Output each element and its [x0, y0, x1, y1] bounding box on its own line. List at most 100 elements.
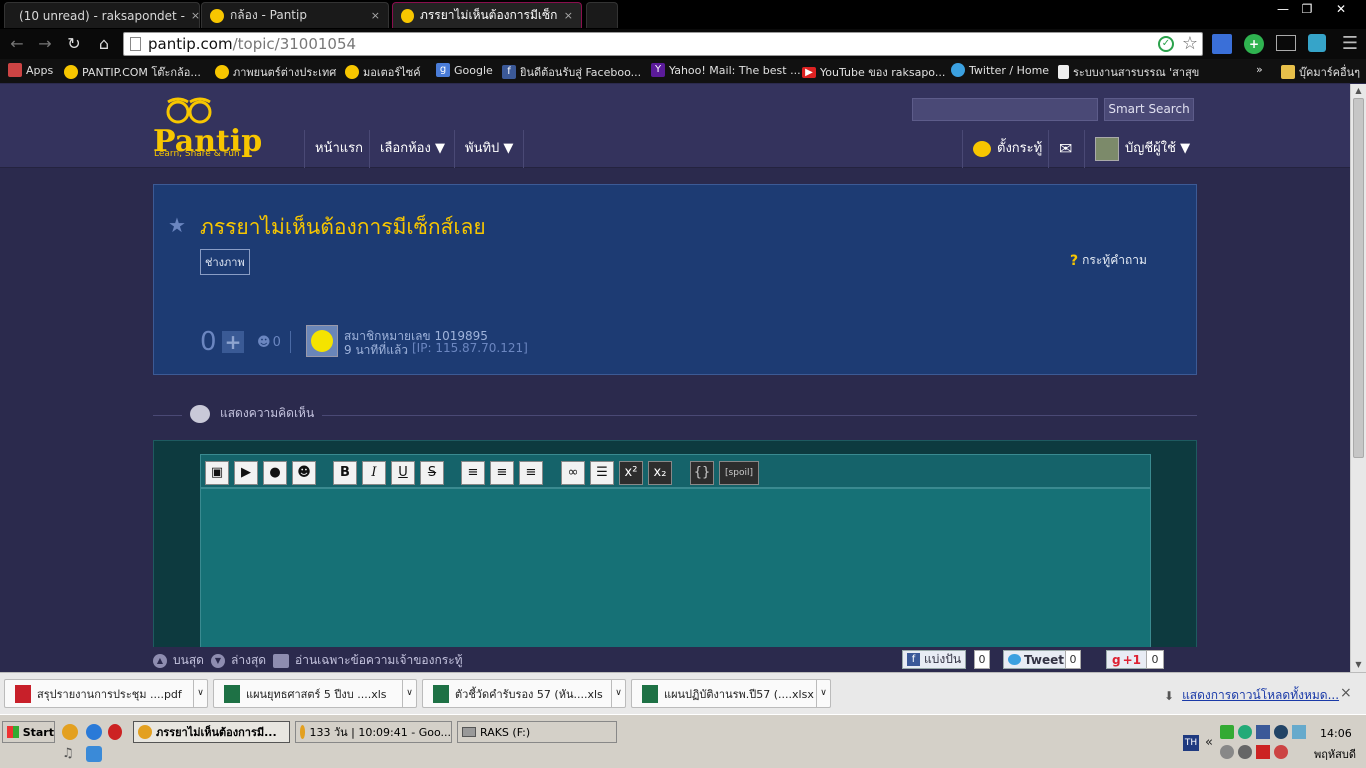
- mail-check-icon[interactable]: [1276, 35, 1296, 51]
- download-item[interactable]: แผนยุทธศาสตร์ 5 ปีงบ ....xls ∨: [213, 679, 417, 708]
- superscript-button[interactable]: x²: [619, 461, 643, 485]
- bookmark-motorcycle[interactable]: มอเตอร์ไซค์: [345, 63, 421, 81]
- chevron-down-icon[interactable]: ∨: [402, 680, 416, 707]
- security-tray-icon[interactable]: [1274, 745, 1288, 759]
- tab-close-icon[interactable]: ×: [371, 9, 380, 22]
- spoil-button[interactable]: [spoil]: [719, 461, 759, 485]
- bookmark-apps[interactable]: Apps: [8, 63, 53, 77]
- download-item[interactable]: สรุปรายงานการประชุม ....pdf ∨: [4, 679, 208, 708]
- chevron-down-icon[interactable]: ∨: [816, 680, 830, 707]
- taskbar-window-active[interactable]: ภรรยาไม่เห็นต้องการมี...: [133, 721, 290, 743]
- show-all-downloads-link[interactable]: ⬇ แสดงการดาวน์โหลดทั้งหมด...: [1164, 686, 1339, 705]
- scroll-top-link[interactable]: ▲ บนสุด: [153, 651, 204, 670]
- align-left-icon[interactable]: ≡: [461, 461, 485, 485]
- new-tab-button[interactable]: [586, 2, 618, 28]
- update-tray-icon[interactable]: [1238, 745, 1252, 759]
- strike-button[interactable]: S: [420, 461, 444, 485]
- language-indicator[interactable]: TH: [1183, 735, 1199, 751]
- chevron-down-icon[interactable]: ∨: [193, 680, 207, 707]
- subscript-button[interactable]: x₂: [648, 461, 672, 485]
- app-tray-icon[interactable]: [1274, 725, 1288, 739]
- insert-map-icon[interactable]: ●: [263, 461, 287, 485]
- code-button[interactable]: {}: [690, 461, 714, 485]
- ie-quicklaunch-icon[interactable]: [86, 724, 102, 740]
- search-input[interactable]: [912, 98, 1098, 121]
- scroll-down-icon[interactable]: ▼: [1353, 660, 1364, 670]
- star-icon[interactable]: ☆: [1182, 33, 1198, 55]
- opera-quicklaunch-icon[interactable]: [108, 724, 122, 740]
- author-avatar[interactable]: [306, 325, 338, 357]
- new-topic-button[interactable]: ตั้งกระทู้: [962, 130, 1052, 168]
- translate-icon[interactable]: [1212, 34, 1232, 54]
- start-button[interactable]: Start: [2, 721, 55, 743]
- bookmark-yahoo[interactable]: Y Yahoo! Mail: The best ...: [651, 63, 801, 77]
- tab-gmail[interactable]: (10 unread) - raksapondet - ×: [4, 2, 200, 28]
- facebook-share-button[interactable]: f แบ่งปัน: [902, 650, 967, 669]
- google-plus-button[interactable]: g +1: [1106, 650, 1147, 669]
- reload-icon[interactable]: ↻: [63, 34, 85, 54]
- comment-textarea[interactable]: [200, 488, 1151, 672]
- back-icon[interactable]: ←: [6, 34, 28, 54]
- bookmark-youtube[interactable]: ▶ YouTube ของ raksapo...: [802, 63, 945, 81]
- vote-plus-button[interactable]: +: [222, 331, 244, 353]
- bookmark-google[interactable]: g Google: [436, 63, 493, 77]
- media-quicklaunch-icon[interactable]: ♫: [62, 746, 78, 762]
- underline-button[interactable]: U: [391, 461, 415, 485]
- home-icon[interactable]: ⌂: [93, 34, 115, 54]
- smart-search-button[interactable]: Smart Search: [1104, 98, 1194, 121]
- tab-camera[interactable]: กล้อง - Pantip ×: [201, 2, 389, 28]
- nav-pantip[interactable]: พันทิป ▼: [454, 130, 525, 168]
- display-tray-icon[interactable]: [1292, 725, 1306, 739]
- restore-icon[interactable]: ❐: [1292, 0, 1322, 18]
- favorite-star-icon[interactable]: ★: [168, 213, 186, 237]
- bookmark-other[interactable]: บุ๊คมาร์คอื่นๆ: [1281, 63, 1360, 81]
- antivirus-tray-icon[interactable]: [1256, 745, 1270, 759]
- insert-video-icon[interactable]: ▶: [234, 461, 258, 485]
- volume-tray-icon[interactable]: [1220, 745, 1234, 759]
- chevron-down-icon[interactable]: ∨: [611, 680, 625, 707]
- messages-icon[interactable]: ✉: [1048, 130, 1082, 168]
- extension-icon[interactable]: [1308, 34, 1326, 52]
- align-right-icon[interactable]: ≡: [519, 461, 543, 485]
- tray-expand-icon[interactable]: «: [1205, 735, 1213, 750]
- scroll-bottom-link[interactable]: ▼ ล่างสุด: [211, 651, 266, 670]
- emotion-count[interactable]: ☻ 0: [257, 335, 281, 350]
- taskbar-window[interactable]: 133 วัน | 10:09:41 - Goo...: [295, 721, 452, 743]
- line-tray-icon[interactable]: [1220, 725, 1234, 739]
- bookmark-movies[interactable]: ภาพยนตร์ต่างประเทศ: [215, 63, 336, 81]
- insert-emoticon-icon[interactable]: ☻: [292, 461, 316, 485]
- nav-select-room[interactable]: เลือกห้อง ▼: [369, 130, 455, 168]
- forward-icon[interactable]: →: [34, 34, 56, 54]
- bookmark-twitter[interactable]: Twitter / Home: [951, 63, 1049, 77]
- tab-close-icon[interactable]: ×: [191, 9, 199, 22]
- bookmark-facebook[interactable]: f ยินดีต้อนรับสู่ Faceboo...: [502, 63, 641, 81]
- bold-button[interactable]: B: [333, 461, 357, 485]
- bookmark-saraban[interactable]: ระบบงานสารบรรณ 'สาสุข: [1058, 63, 1199, 81]
- add-extension-icon[interactable]: +: [1244, 34, 1264, 54]
- bookmarks-more-icon[interactable]: »: [1256, 63, 1263, 76]
- topic-tag[interactable]: ช่างภาพ: [200, 249, 250, 275]
- taskbar-window[interactable]: RAKS (F:): [457, 721, 617, 743]
- page-scrollbar[interactable]: ▲ ▼: [1350, 84, 1366, 672]
- tweet-button[interactable]: Tweet: [1003, 650, 1069, 669]
- tab-close-icon[interactable]: ×: [564, 9, 573, 22]
- explorer-quicklaunch-icon[interactable]: [86, 746, 102, 762]
- align-center-icon[interactable]: ≡: [490, 461, 514, 485]
- link-icon[interactable]: ∞: [561, 461, 585, 485]
- account-menu[interactable]: บัญชีผู้ใช้ ▼: [1084, 130, 1200, 168]
- chrome-quicklaunch-icon[interactable]: [62, 724, 78, 740]
- scroll-up-icon[interactable]: ▲: [1353, 86, 1364, 96]
- italic-button[interactable]: I: [362, 461, 386, 485]
- close-downloads-icon[interactable]: ×: [1340, 685, 1352, 701]
- network-tray-icon[interactable]: [1238, 725, 1252, 739]
- scrollbar-thumb[interactable]: [1353, 98, 1364, 458]
- download-item[interactable]: แผนปฏิบัติงานรพ.ปี57 (....xlsx ∨: [631, 679, 831, 708]
- close-window-icon[interactable]: ✕: [1326, 0, 1356, 18]
- bookmark-pantip-camera[interactable]: PANTIP.COM โต๊ะกล้อ...: [64, 63, 201, 81]
- address-bar[interactable]: pantip.com/topic/31001054 ✓ ☆: [123, 32, 1203, 56]
- insert-image-icon[interactable]: ▣: [205, 461, 229, 485]
- menu-icon[interactable]: ☰: [1340, 34, 1360, 54]
- nav-home[interactable]: หน้าแรก: [304, 130, 373, 168]
- facebook-tray-icon[interactable]: [1256, 725, 1270, 739]
- tab-topic-active[interactable]: ภรรยาไม่เห็นต้องการมีเซ็กส์เ ×: [392, 2, 582, 28]
